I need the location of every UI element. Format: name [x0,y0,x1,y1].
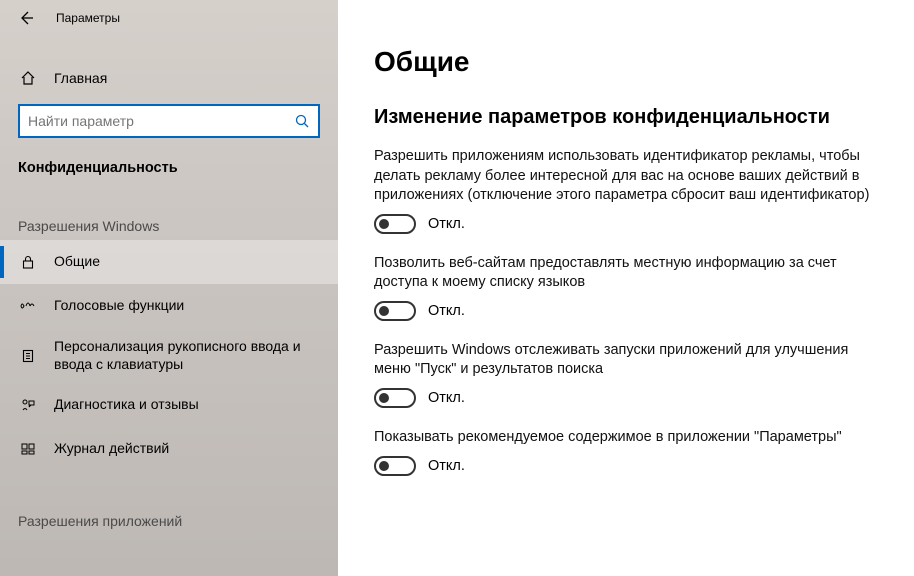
history-icon [18,441,38,457]
sidebar-item-diagnostics[interactable]: Диагностика и отзывы [0,383,338,427]
sidebar: Параметры Главная Конфиденциальность Раз… [0,0,338,576]
toggle-language-list[interactable] [374,301,416,321]
sidebar-item-label: Журнал действий [54,440,179,458]
setting-app-launch: Разрешить Windows отслеживать запуски пр… [374,341,878,408]
toggle-state-label: Откл. [428,216,465,232]
setting-advertising-id: Разрешить приложениям использовать идент… [374,147,878,234]
toggle-state-label: Откл. [428,303,465,319]
setting-description: Позволить веб-сайтам предоставлять местн… [374,254,878,293]
sidebar-item-general[interactable]: Общие [0,240,338,284]
sidebar-item-label: Общие [54,253,110,271]
main-content: Общие Изменение параметров конфиденциаль… [338,0,914,576]
sidebar-item-activity-history[interactable]: Журнал действий [0,427,338,471]
setting-description: Разрешить приложениям использовать идент… [374,147,878,206]
group-windows-permissions: Разрешения Windows [0,176,338,240]
home-icon [18,70,38,86]
toggle-state-label: Откл. [428,458,465,474]
titlebar: Параметры [0,0,338,36]
clipboard-icon [18,348,38,364]
sidebar-item-label: Диагностика и отзывы [54,396,209,414]
sidebar-item-label: Голосовые функции [54,297,194,315]
toggle-suggested-content[interactable] [374,456,416,476]
section-title: Конфиденциальность [0,138,338,176]
sidebar-item-inking[interactable]: Персонализация рукописного ввода и ввода… [0,328,338,383]
home-nav[interactable]: Главная [0,64,338,92]
arrow-left-icon [18,10,34,26]
sidebar-item-label: Персонализация рукописного ввода и ввода… [54,338,338,373]
toggle-advertising-id[interactable] [374,214,416,234]
toggle-state-label: Откл. [428,390,465,406]
sidebar-item-speech[interactable]: Голосовые функции [0,284,338,328]
back-button[interactable] [14,6,38,30]
setting-description: Разрешить Windows отслеживать запуски пр… [374,341,878,380]
speech-icon [18,298,38,314]
search-input[interactable] [28,113,294,129]
setting-description: Показывать рекомендуемое содержимое в пр… [374,428,878,448]
search-icon [294,113,310,129]
setting-suggested-content: Показывать рекомендуемое содержимое в пр… [374,428,878,476]
setting-language-list: Позволить веб-сайтам предоставлять местн… [374,254,878,321]
lock-icon [18,254,38,270]
toggle-app-launch[interactable] [374,388,416,408]
page-subtitle: Изменение параметров конфиденциальности [374,106,878,129]
group-app-permissions: Разрешения приложений [0,471,338,535]
feedback-icon [18,397,38,413]
window-title: Параметры [56,11,120,25]
home-label: Главная [54,70,107,86]
page-title: Общие [374,46,878,78]
search-input-box[interactable] [18,104,320,138]
